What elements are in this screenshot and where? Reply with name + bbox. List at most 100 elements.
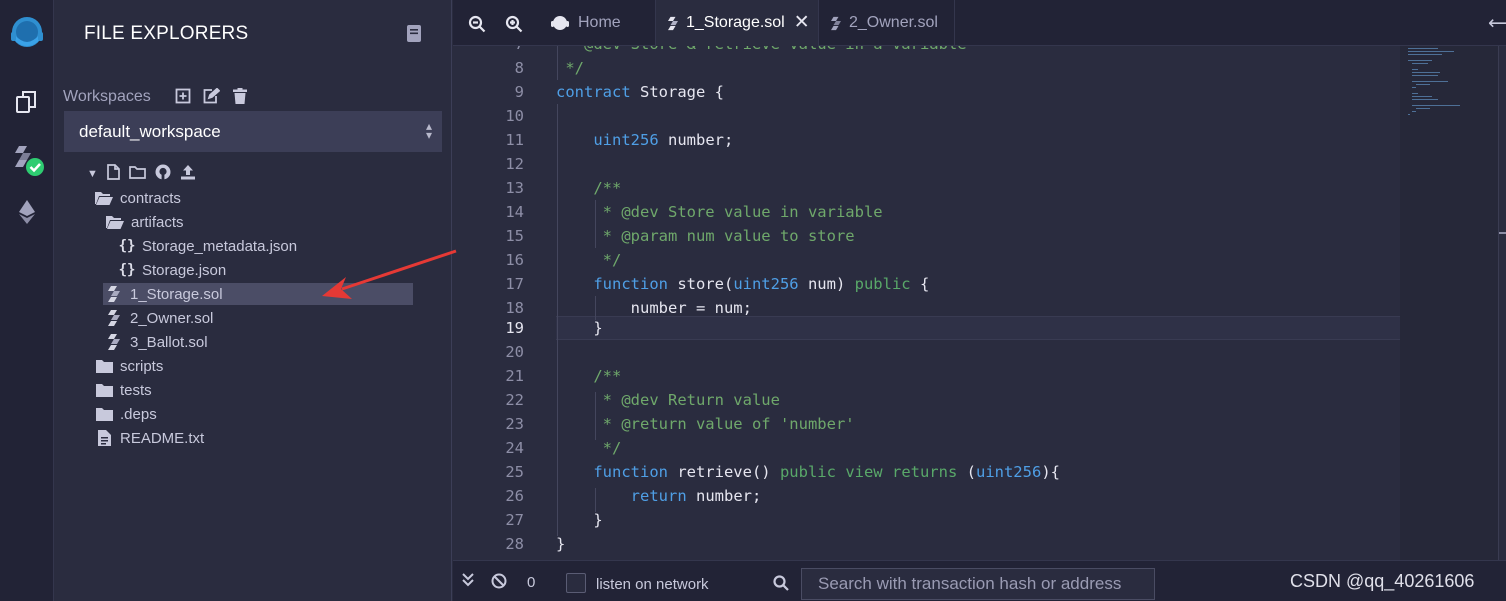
workspaces-label: Workspaces — [63, 88, 151, 105]
zoom-in-button[interactable] — [504, 14, 524, 34]
listen-on-network-label: listen on network — [596, 576, 709, 593]
select-caret-icon: ▴ ▾ — [425, 119, 432, 142]
code-line: * @dev Store value in variable — [556, 203, 883, 221]
line-number: 26 — [505, 487, 524, 505]
line-number: 24 — [505, 439, 524, 457]
tab-2-owner-sol[interactable]: 2_Owner.sol — [819, 0, 955, 46]
tree-folder-tests[interactable]: tests — [95, 379, 152, 401]
tree-folder-deps[interactable]: .deps — [95, 403, 157, 425]
home-icon — [550, 14, 570, 32]
panel-title: FILE EXPLORERS — [84, 23, 249, 44]
icon-rail — [0, 0, 54, 601]
close-tab-icon[interactable]: ✕ — [794, 13, 810, 32]
expand-arrows-icon[interactable]: ⟷ — [1488, 12, 1506, 35]
watermark: CSDN @qq_40261606 — [1290, 571, 1475, 591]
tab-1-storage-sol[interactable]: 1_Storage.sol ✕ — [656, 0, 819, 46]
deploy-run-icon[interactable] — [0, 196, 54, 228]
line-number: 23 — [505, 415, 524, 433]
line-number: 9 — [514, 83, 524, 101]
code-line: */ — [556, 439, 622, 457]
text-file-icon — [95, 430, 113, 446]
folder-icon — [95, 383, 113, 397]
line-number: 17 — [505, 275, 524, 293]
line-number: 22 — [505, 391, 524, 409]
solidity-file-icon — [105, 310, 123, 326]
line-number: 15 — [505, 227, 524, 245]
code-minimap[interactable] — [1400, 46, 1498, 560]
code-line: } — [556, 511, 603, 529]
zoom-out-button[interactable] — [467, 14, 487, 34]
collapse-caret-icon[interactable]: ▼ — [87, 168, 98, 180]
new-folder-icon[interactable] — [129, 165, 146, 184]
editor-tab-bar: Home 1_Storage.sol ✕ 2_Owner.sol ⟷ — [453, 0, 1506, 46]
folder-open-icon — [95, 191, 113, 205]
remix-logo-icon[interactable] — [0, 10, 54, 58]
code-line: function store(uint256 num) public { — [593, 275, 930, 293]
code-line: return number; — [630, 487, 762, 505]
file-explorer-icon[interactable] — [0, 86, 54, 118]
line-number: 14 — [505, 203, 524, 221]
tree-file-readme-txt[interactable]: README.txt — [95, 427, 204, 449]
code-line: /** — [556, 367, 622, 385]
new-file-icon[interactable] — [107, 163, 120, 185]
file-tree-toolbar: ▼ — [87, 163, 196, 185]
tree-file-3-ballot-sol[interactable]: 3_Ballot.sol — [105, 331, 208, 353]
tree-file-1-storage-sol[interactable]: 1_Storage.sol — [103, 283, 413, 305]
editor-scrollbar[interactable] — [1498, 46, 1506, 560]
code-line: @dev Store & retrieve value in a variabl… — [556, 46, 967, 56]
code-line: */ — [556, 251, 622, 269]
code-line: } — [556, 535, 566, 553]
create-workspace-button[interactable] — [174, 87, 192, 105]
line-number: 27 — [505, 511, 524, 529]
tree-file-storage-json[interactable]: {} Storage.json — [116, 259, 227, 281]
line-number: 28 — [505, 535, 524, 553]
line-number: 12 — [505, 155, 524, 173]
code-line: } — [556, 319, 603, 337]
toggle-terminal-icon[interactable] — [462, 573, 474, 590]
tree-file-2-owner-sol[interactable]: 2_Owner.sol — [105, 307, 213, 329]
documentation-icon[interactable] — [407, 25, 421, 47]
compiled-check-badge — [26, 158, 44, 176]
folder-icon — [95, 359, 113, 373]
tree-folder-artifacts[interactable]: artifacts — [106, 211, 184, 233]
tree-folder-contracts[interactable]: contracts — [95, 187, 181, 209]
workspace-select[interactable]: default_workspace ▴ ▾ — [64, 111, 442, 152]
line-number: 11 — [505, 131, 524, 149]
tree-folder-scripts[interactable]: scripts — [95, 355, 163, 377]
code-line: * @dev Return value — [556, 391, 780, 409]
code-editor[interactable]: 7 8 9 10 11 12 13 14 15 16 17 18 19 20 2… — [453, 46, 1400, 560]
code-line: contract Storage { — [556, 83, 724, 101]
github-icon[interactable] — [155, 164, 171, 185]
code-line: function retrieve() public view returns … — [593, 463, 1060, 481]
solidity-file-icon — [105, 334, 123, 350]
rename-workspace-button[interactable] — [202, 87, 220, 105]
tree-file-storage-metadata-json[interactable]: {} Storage_metadata.json — [116, 235, 298, 257]
workspace-selected-value: default_workspace — [79, 121, 221, 141]
clear-console-icon[interactable] — [491, 573, 507, 594]
solidity-file-icon — [831, 16, 841, 31]
code-line: * @param num value to store — [556, 227, 855, 245]
transaction-search-input[interactable]: Search with transaction hash or address — [801, 568, 1155, 600]
json-file-icon: {} — [118, 238, 136, 254]
line-number: 10 — [505, 107, 524, 125]
line-number: 8 — [514, 59, 524, 77]
line-number: 21 — [505, 367, 524, 385]
upload-icon[interactable] — [180, 164, 196, 185]
line-number: 7 — [453, 46, 524, 56]
json-file-icon: {} — [118, 262, 136, 278]
tab-home[interactable]: Home — [538, 0, 656, 46]
line-number: 13 — [505, 179, 524, 197]
solidity-file-icon — [105, 286, 123, 302]
code-line: * @return value of 'number' — [556, 415, 855, 433]
pending-tx-count: 0 — [527, 574, 536, 591]
delete-workspace-button[interactable] — [231, 87, 249, 105]
line-number-current: 19 — [505, 319, 524, 337]
line-number: 25 — [505, 463, 524, 481]
search-placeholder: Search with transaction hash or address — [818, 574, 1122, 593]
scrollbar-marker — [1499, 232, 1506, 234]
solidity-compiler-icon[interactable] — [0, 140, 54, 180]
folder-open-icon — [106, 215, 124, 229]
listen-on-network-checkbox[interactable] — [566, 573, 586, 593]
terminal-bar: 0 listen on network Search with transact… — [453, 560, 1506, 601]
code-line: uint256 number; — [593, 131, 734, 149]
